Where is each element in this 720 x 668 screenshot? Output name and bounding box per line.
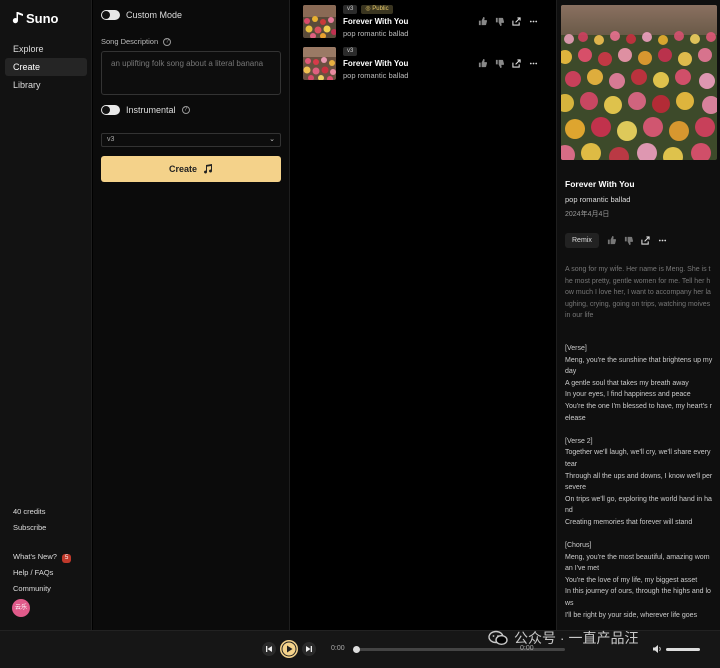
nav-library[interactable]: Library bbox=[5, 76, 87, 94]
music-note-logo-icon bbox=[12, 12, 23, 24]
version-badge: v3 bbox=[343, 5, 358, 14]
model-version-value: v3 bbox=[107, 136, 115, 143]
song-style: pop romantic ballad bbox=[343, 29, 409, 38]
create-panel: Custom Mode Song Description ? an uplift… bbox=[93, 0, 290, 630]
song-detail-panel: Forever With You pop romantic ballad 202… bbox=[556, 0, 720, 630]
play-button[interactable] bbox=[280, 640, 298, 658]
more-options-icon[interactable] bbox=[658, 236, 667, 245]
music-note-icon bbox=[204, 164, 213, 174]
custom-mode-label: Custom Mode bbox=[126, 10, 183, 20]
song-description-label-row: Song Description ? bbox=[101, 37, 172, 46]
thumbs-up-icon[interactable] bbox=[607, 236, 616, 245]
thumbs-down-icon[interactable] bbox=[495, 59, 504, 68]
current-time: 0:00 bbox=[331, 645, 345, 652]
song-item[interactable]: v3 Forever With You pop romantic ballad bbox=[303, 47, 548, 81]
help-faqs-link[interactable]: Help / FAQs bbox=[13, 568, 53, 577]
song-tags: v3 ◎ Public bbox=[343, 5, 393, 14]
detail-song-style: pop romantic ballad bbox=[565, 195, 631, 204]
detail-song-date: 2024年4月4日 bbox=[565, 211, 610, 218]
flower-field-cover-image bbox=[561, 5, 717, 160]
whats-new-badge: 5 bbox=[61, 554, 72, 563]
subscribe-link[interactable]: Subscribe bbox=[13, 523, 46, 532]
song-description-label: Song Description bbox=[101, 37, 159, 46]
song-actions bbox=[478, 59, 538, 68]
thumbs-up-icon[interactable] bbox=[478, 59, 487, 68]
visibility-badge: ◎ Public bbox=[361, 5, 393, 14]
watermark-text: 公众号 · 一直产品汪 bbox=[514, 630, 639, 646]
whats-new-label: What's New? bbox=[13, 552, 57, 561]
model-version-select[interactable]: v3 ⌄ bbox=[101, 133, 281, 147]
nav-create[interactable]: Create bbox=[5, 58, 87, 76]
avatar[interactable]: 云乐 bbox=[12, 599, 30, 617]
song-item[interactable]: v3 ◎ Public Forever With You pop romanti… bbox=[303, 5, 548, 39]
song-thumbnail[interactable] bbox=[303, 5, 336, 38]
song-description-input[interactable]: an uplifting folk song about a literal b… bbox=[101, 51, 281, 95]
share-icon[interactable] bbox=[512, 17, 521, 26]
community-link[interactable]: Community bbox=[13, 584, 51, 593]
flower-field-thumbnail-image bbox=[303, 47, 336, 80]
suno-logo[interactable]: Suno bbox=[12, 11, 59, 26]
credits-count: 40 credits bbox=[13, 507, 46, 516]
progress-knob[interactable] bbox=[353, 646, 360, 653]
custom-mode-row: Custom Mode bbox=[101, 10, 182, 20]
help-icon[interactable]: ? bbox=[181, 106, 190, 114]
volume-icon[interactable] bbox=[652, 644, 662, 654]
song-title[interactable]: Forever With You bbox=[343, 17, 408, 26]
help-icon[interactable]: ? bbox=[163, 37, 172, 46]
custom-mode-toggle[interactable] bbox=[101, 10, 120, 20]
sidebar: Suno Explore Create Library 40 credits S… bbox=[0, 0, 92, 630]
song-prompt-text: A song for my wife. Her name is Meng. Sh… bbox=[565, 266, 711, 320]
flower-field-thumbnail-image bbox=[303, 5, 336, 38]
create-button[interactable]: Create bbox=[101, 156, 281, 182]
nav-explore[interactable]: Explore bbox=[5, 40, 87, 58]
song-title[interactable]: Forever With You bbox=[343, 59, 408, 68]
share-icon[interactable] bbox=[512, 59, 521, 68]
share-icon[interactable] bbox=[641, 236, 650, 245]
remix-button[interactable]: Remix bbox=[565, 233, 599, 248]
song-tags: v3 bbox=[343, 47, 358, 56]
song-cover-image bbox=[561, 5, 717, 160]
more-options-icon[interactable] bbox=[529, 59, 538, 68]
brand-name: Suno bbox=[26, 11, 59, 26]
main-nav: Explore Create Library bbox=[5, 40, 87, 94]
thumbs-up-icon[interactable] bbox=[478, 17, 487, 26]
volume-slider[interactable] bbox=[666, 648, 700, 651]
detail-song-title: Forever With You bbox=[565, 179, 635, 189]
skip-back-icon bbox=[266, 646, 272, 652]
previous-track-button[interactable] bbox=[262, 642, 276, 656]
watermark: 公众号 · 一直产品汪 bbox=[488, 628, 638, 648]
thumbs-down-icon[interactable] bbox=[624, 236, 633, 245]
thumbs-down-icon[interactable] bbox=[495, 17, 504, 26]
version-badge: v3 bbox=[343, 47, 358, 56]
instrumental-row: Instrumental ? bbox=[101, 105, 190, 115]
skip-forward-icon bbox=[306, 646, 312, 652]
whats-new-link[interactable]: What's New? 5 bbox=[13, 552, 72, 563]
song-thumbnail[interactable] bbox=[303, 47, 336, 80]
visibility-label: Public bbox=[372, 6, 389, 12]
create-button-label: Create bbox=[168, 164, 197, 174]
song-lyrics: [Verse] Meng, you're the sunshine that b… bbox=[565, 345, 713, 619]
song-style: pop romantic ballad bbox=[343, 71, 409, 80]
song-list: v3 ◎ Public Forever With You pop romanti… bbox=[291, 0, 555, 630]
wechat-icon bbox=[488, 630, 508, 646]
instrumental-label: Instrumental bbox=[126, 105, 176, 115]
detail-actions: Remix bbox=[565, 233, 667, 248]
play-icon bbox=[281, 641, 297, 657]
next-track-button[interactable] bbox=[302, 642, 316, 656]
instrumental-toggle[interactable] bbox=[101, 105, 120, 115]
song-actions bbox=[478, 17, 538, 26]
more-options-icon[interactable] bbox=[529, 17, 538, 26]
chevron-down-icon: ⌄ bbox=[269, 136, 275, 143]
